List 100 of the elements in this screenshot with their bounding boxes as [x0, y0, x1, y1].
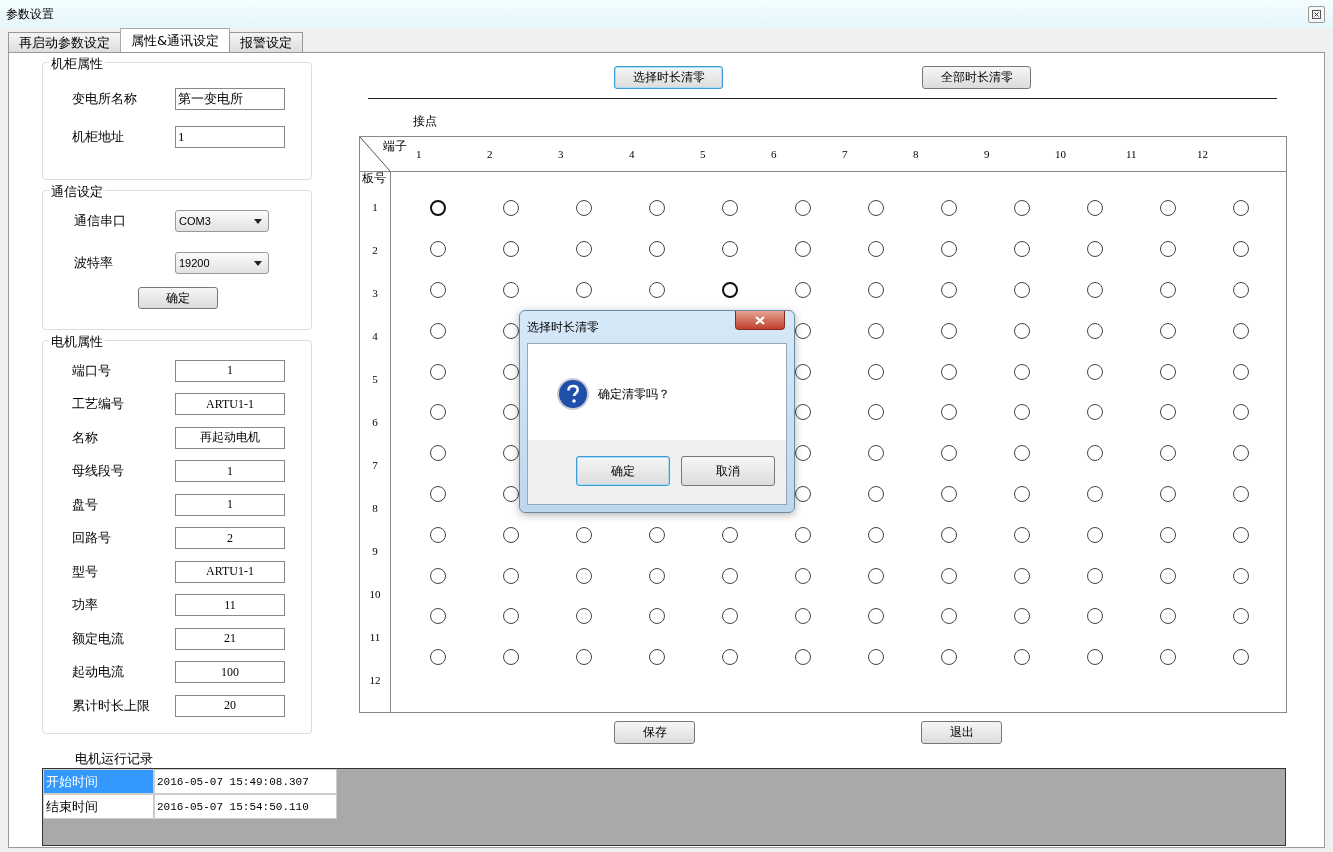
- radio-button[interactable]: [1159, 363, 1176, 380]
- radio-button[interactable]: [940, 608, 957, 625]
- radio-button[interactable]: [575, 649, 592, 666]
- radio-button[interactable]: [1232, 363, 1249, 380]
- radio-button[interactable]: [940, 485, 957, 502]
- radio-button[interactable]: [648, 282, 665, 298]
- input-field[interactable]: 21: [175, 627, 285, 650]
- radio-button[interactable]: [1159, 485, 1176, 502]
- radio-button[interactable]: [1013, 322, 1030, 339]
- button[interactable]: 全部时长清零: [922, 66, 1031, 89]
- radio-button[interactable]: [429, 241, 446, 258]
- input-field[interactable]: 1: [175, 126, 285, 148]
- radio-button[interactable]: [1086, 567, 1103, 584]
- radio-button[interactable]: [575, 282, 592, 298]
- radio-button[interactable]: [1232, 282, 1249, 298]
- radio-button[interactable]: [867, 567, 884, 584]
- input-field[interactable]: 1: [175, 359, 285, 382]
- radio-button[interactable]: [1232, 526, 1249, 543]
- radio-button[interactable]: [575, 526, 592, 543]
- radio-button[interactable]: [1013, 445, 1030, 462]
- radio-button[interactable]: [648, 608, 665, 625]
- radio-button[interactable]: [721, 282, 738, 298]
- radio-button[interactable]: [1013, 526, 1030, 543]
- radio-button[interactable]: [721, 649, 738, 666]
- radio-button[interactable]: [429, 567, 446, 584]
- button[interactable]: 确定: [576, 456, 670, 486]
- radio-button[interactable]: [721, 567, 738, 584]
- radio-button[interactable]: [1232, 649, 1249, 666]
- radio-button[interactable]: [1013, 200, 1030, 217]
- radio-button[interactable]: [648, 567, 665, 584]
- confirm-button[interactable]: 确定: [138, 287, 218, 309]
- radio-button[interactable]: [648, 526, 665, 543]
- radio-button[interactable]: [429, 200, 446, 217]
- radio-button[interactable]: [1159, 608, 1176, 625]
- tab[interactable]: 再启动参数设定: [8, 32, 121, 52]
- radio-button[interactable]: [429, 322, 446, 339]
- radio-button[interactable]: [794, 200, 811, 217]
- radio-button[interactable]: [648, 649, 665, 666]
- radio-button[interactable]: [867, 363, 884, 380]
- radio-button[interactable]: [1086, 445, 1103, 462]
- radio-button[interactable]: [429, 485, 446, 502]
- radio-button[interactable]: [575, 200, 592, 217]
- radio-button[interactable]: [502, 241, 519, 258]
- radio-button[interactable]: [1159, 567, 1176, 584]
- radio-button[interactable]: [502, 485, 519, 502]
- tab[interactable]: 属性&通讯设定: [120, 28, 231, 52]
- radio-button[interactable]: [502, 363, 519, 380]
- radio-button[interactable]: [1013, 404, 1030, 421]
- radio-button[interactable]: [940, 649, 957, 666]
- radio-button[interactable]: [502, 322, 519, 339]
- radio-button[interactable]: [1013, 363, 1030, 380]
- radio-button[interactable]: [721, 608, 738, 625]
- input-field[interactable]: 再起动电机: [175, 426, 285, 449]
- radio-button[interactable]: [1159, 445, 1176, 462]
- close-button[interactable]: [1308, 5, 1325, 23]
- radio-button[interactable]: [794, 282, 811, 298]
- radio-button[interactable]: [429, 404, 446, 421]
- button[interactable]: 退出: [921, 721, 1002, 744]
- radio-button[interactable]: [429, 282, 446, 298]
- radio-button[interactable]: [429, 445, 446, 462]
- input-field[interactable]: 20: [175, 694, 285, 717]
- radio-button[interactable]: [867, 608, 884, 625]
- radio-button[interactable]: [867, 282, 884, 298]
- radio-button[interactable]: [502, 608, 519, 625]
- radio-button[interactable]: [648, 241, 665, 258]
- close-button[interactable]: [735, 311, 785, 330]
- radio-button[interactable]: [1086, 485, 1103, 502]
- radio-button[interactable]: [429, 649, 446, 666]
- radio-button[interactable]: [940, 241, 957, 258]
- radio-button[interactable]: [867, 241, 884, 258]
- radio-button[interactable]: [1013, 282, 1030, 298]
- radio-button[interactable]: [1013, 485, 1030, 502]
- radio-button[interactable]: [1013, 567, 1030, 584]
- radio-button[interactable]: [1086, 322, 1103, 339]
- radio-button[interactable]: [502, 282, 519, 298]
- input-field[interactable]: ARTU1-1: [175, 393, 285, 416]
- radio-button[interactable]: [794, 608, 811, 625]
- button[interactable]: 选择时长清零: [614, 66, 723, 89]
- radio-button[interactable]: [1086, 363, 1103, 380]
- radio-button[interactable]: [1232, 567, 1249, 584]
- radio-button[interactable]: [1086, 608, 1103, 625]
- radio-button[interactable]: [940, 363, 957, 380]
- button[interactable]: 取消: [681, 456, 775, 486]
- radio-button[interactable]: [502, 200, 519, 217]
- radio-button[interactable]: [867, 200, 884, 217]
- radio-button[interactable]: [940, 404, 957, 421]
- button[interactable]: 保存: [614, 721, 695, 744]
- radio-button[interactable]: [502, 445, 519, 462]
- radio-button[interactable]: [867, 322, 884, 339]
- radio-button[interactable]: [429, 526, 446, 543]
- radio-button[interactable]: [721, 526, 738, 543]
- radio-button[interactable]: [1086, 241, 1103, 258]
- radio-button[interactable]: [1159, 322, 1176, 339]
- radio-button[interactable]: [940, 282, 957, 298]
- input-field[interactable]: 100: [175, 661, 285, 684]
- radio-button[interactable]: [1159, 526, 1176, 543]
- radio-button[interactable]: [940, 526, 957, 543]
- radio-button[interactable]: [502, 404, 519, 421]
- radio-button[interactable]: [1232, 445, 1249, 462]
- radio-button[interactable]: [794, 649, 811, 666]
